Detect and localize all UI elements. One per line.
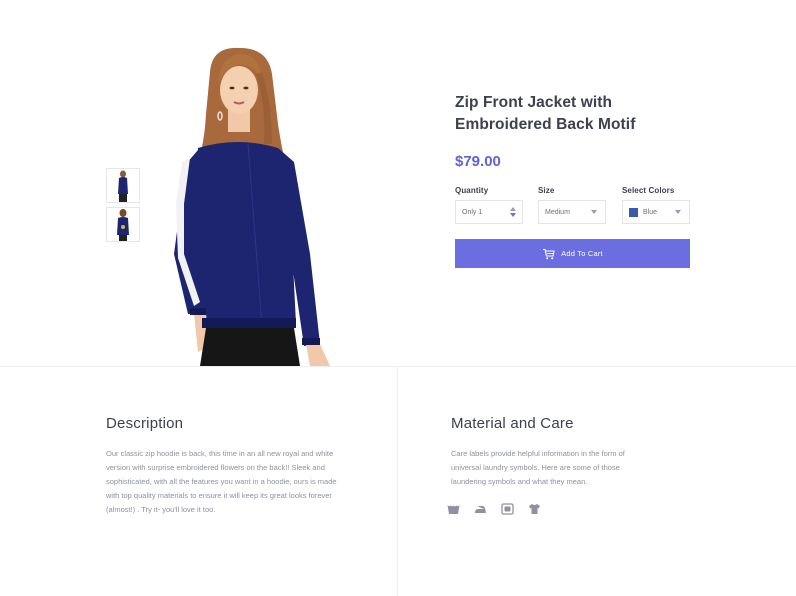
product-main-image <box>174 47 330 366</box>
thumbnail-list <box>106 168 140 246</box>
description-line: with top quality materials to ensure it … <box>106 491 332 500</box>
care-text: Care labels provide helpful information … <box>451 447 671 489</box>
description-title: Description <box>106 415 184 432</box>
dry-clean-icon <box>501 503 514 515</box>
size-label: Size <box>538 186 555 195</box>
quantity-stepper[interactable]: Only 1 <box>455 200 523 224</box>
care-icon-list <box>447 503 541 515</box>
thumbnail-back[interactable] <box>106 207 140 242</box>
chevron-down-icon <box>591 210 597 214</box>
product-title-line-2: Embroidered Back Motif <box>455 116 636 133</box>
color-swatch <box>629 207 638 217</box>
iron-icon <box>474 503 487 515</box>
shirt-icon <box>528 503 541 515</box>
add-to-cart-label: Add To Cart <box>561 249 603 258</box>
description-line: (almost!) . Try it- you'll love it too. <box>106 505 216 514</box>
care-line: Care labels provide helpful information … <box>451 449 625 458</box>
care-line: laundering symbols and what they mean. <box>451 477 588 486</box>
product-section: Zip Front Jacket with Embroidered Back M… <box>0 0 796 366</box>
thumbnail-front[interactable] <box>106 168 140 203</box>
description-line: sophisticated, with all the features you… <box>106 477 337 486</box>
quantity-option: Quantity Only 1 <box>455 186 523 224</box>
thumbnail-back-image <box>117 208 129 241</box>
product-info: Zip Front Jacket with Embroidered Back M… <box>455 92 695 170</box>
thumbnail-front-image <box>118 170 128 202</box>
quantity-label: Quantity <box>455 186 489 195</box>
description-text: Our classic zip hoodie is back, this tim… <box>106 447 366 517</box>
product-price: $79.00 <box>455 153 501 170</box>
add-to-cart-button[interactable]: Add To Cart <box>455 239 690 268</box>
size-select[interactable]: Medium <box>538 200 606 224</box>
quantity-value: Only 1 <box>462 208 483 216</box>
size-option: Size Medium <box>538 186 606 224</box>
section-divider-horizontal <box>0 366 796 367</box>
color-select[interactable]: Blue <box>622 200 690 224</box>
product-title-line-1: Zip Front Jacket with <box>455 94 613 111</box>
product-options: Quantity Only 1 Size Medium Select Color… <box>455 186 695 226</box>
wash-icon <box>447 503 460 515</box>
cart-icon <box>543 248 555 259</box>
section-divider-vertical <box>397 367 398 596</box>
color-value: Blue <box>643 208 658 216</box>
chevron-down-icon <box>675 210 681 214</box>
description-line: Our classic zip hoodie is back, this tim… <box>106 449 334 458</box>
care-title: Material and Care <box>451 415 574 432</box>
color-label: Select Colors <box>622 186 675 195</box>
size-value: Medium <box>545 208 570 216</box>
stepper-arrows-icon[interactable] <box>510 207 516 219</box>
color-option: Select Colors Blue <box>622 186 690 224</box>
product-title: Zip Front Jacket with Embroidered Back M… <box>455 92 695 136</box>
description-line: version with surprise embroidered flower… <box>106 463 325 472</box>
care-line: universal laundry symbols. Here are some… <box>451 463 620 472</box>
